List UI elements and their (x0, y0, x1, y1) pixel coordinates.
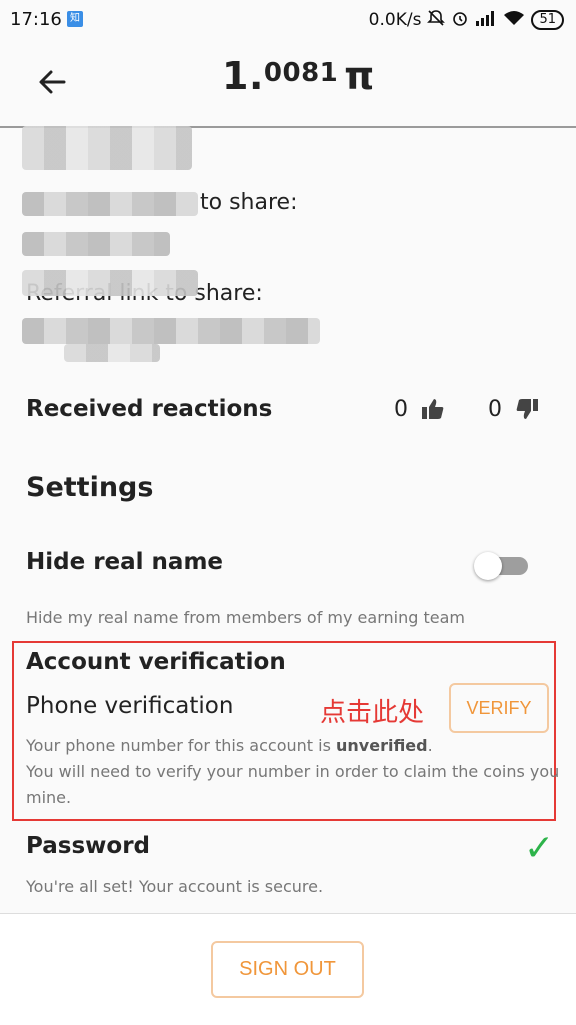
mute-bell-icon (427, 9, 446, 31)
pi-balance: 1.0081 π (222, 54, 375, 98)
checkmark-icon: ✓ (524, 828, 555, 869)
network-speed: 0.0K/s (368, 10, 422, 30)
status-bar: 17:16 知 0.0K/s 51 (0, 0, 576, 40)
blurred-referral-link[interactable] (22, 318, 320, 344)
desc-suffix: . (427, 736, 433, 755)
hide-real-name-toggle[interactable] (474, 552, 528, 580)
settings-heading: Settings (26, 472, 154, 503)
signal-icon (475, 10, 497, 30)
blurred-invite-label (22, 192, 198, 216)
password-desc: You're all set! Your account is secure. (26, 877, 324, 896)
blurred-invite-code[interactable] (22, 232, 170, 256)
account-verification-title: Account verification (26, 649, 286, 675)
battery-indicator: 51 (531, 10, 564, 30)
verify-button[interactable]: VERIFY (449, 683, 549, 733)
toggle-knob (474, 552, 502, 580)
back-arrow-icon[interactable] (36, 62, 68, 102)
hide-real-name-title: Hide real name (26, 549, 224, 575)
received-reactions-title: Received reactions (26, 396, 273, 422)
balance-fraction: 0081 (263, 58, 339, 88)
hide-real-name-desc: Hide my real name from members of my ear… (26, 608, 465, 627)
verification-status: unverified (336, 736, 428, 755)
alarm-icon (451, 9, 469, 31)
likes-count: 0 (394, 396, 408, 422)
thumbs-down-icon (514, 396, 540, 422)
desc-line-3: mine. (26, 788, 72, 807)
phone-verification-desc: Your phone number for this account is un… (26, 733, 559, 811)
blurred-referral-link-extra (64, 344, 160, 362)
dislikes-count: 0 (488, 396, 502, 422)
click-here-annotation: 点击此处 (320, 698, 425, 728)
blurred-username (22, 126, 192, 170)
app-header: 1.0081 π (0, 40, 576, 128)
phone-verification-label: Phone verification (26, 693, 234, 719)
password-title: Password (26, 833, 150, 859)
sign-out-button[interactable]: SIGN OUT (211, 941, 364, 998)
footer: SIGN OUT (0, 913, 576, 1025)
blurred-referral-overlay (22, 270, 198, 296)
reactions-counts: 0 0 (394, 396, 540, 422)
invite-code-label: to share: (200, 190, 298, 215)
balance-integer: 1. (222, 54, 264, 98)
desc-line-2: You will need to verify your number in o… (26, 762, 560, 781)
wifi-icon (503, 10, 525, 30)
zhihu-notification-icon: 知 (67, 11, 83, 27)
pi-symbol: π (344, 54, 375, 98)
status-icons: 0.0K/s 51 (369, 9, 564, 31)
status-time: 17:16 (10, 9, 62, 30)
thumbs-up-icon (420, 396, 446, 422)
desc-prefix: Your phone number for this account is (26, 736, 336, 755)
